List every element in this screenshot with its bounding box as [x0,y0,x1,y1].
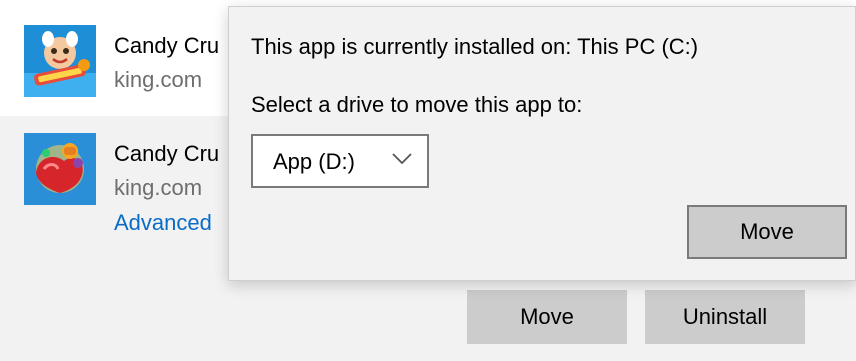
select-drive-prompt: Select a drive to move this app to: [251,92,583,117]
uninstall-button[interactable]: Uninstall [645,290,805,344]
move-app-flyout: This app is currently installed on: This… [228,6,856,281]
app-publisher: king.com [114,67,203,92]
app-name: Candy Cru [114,141,220,166]
app-publisher: king.com [114,175,203,200]
app-name: Candy Cru [114,33,220,58]
move-button[interactable]: Move [467,290,627,344]
candy-crush-friends-icon [24,25,96,97]
installed-location-text: This app is currently installed on: This… [251,34,699,59]
chevron-down-icon [391,152,413,166]
advanced-options-link[interactable]: Advanced [114,210,212,236]
drive-dropdown[interactable]: App (D:) [251,134,429,188]
flyout-move-button[interactable]: Move [687,205,847,259]
drive-dropdown-value: App (D:) [273,149,355,174]
candy-crush-saga-icon [24,133,96,205]
